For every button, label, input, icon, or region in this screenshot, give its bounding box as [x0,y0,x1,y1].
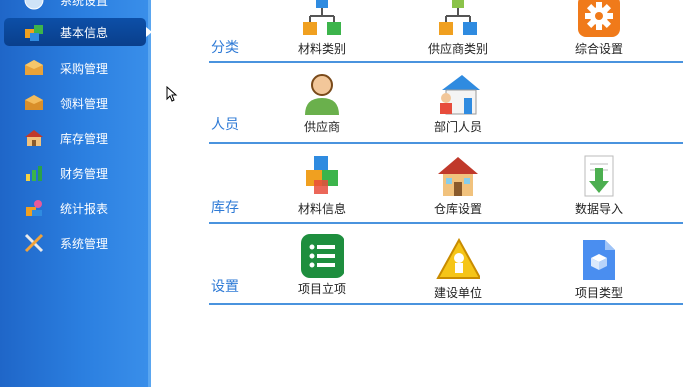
sidebar-item-basic-info[interactable]: 基本信息 [4,18,152,46]
warning-worker-icon [436,238,480,282]
tile-label: 项目立项 [297,282,346,296]
person-icon [300,72,344,116]
sidebar-item-label: 库存管理 [60,131,109,146]
basic-info-icon [22,20,46,44]
sidebar-item-inventory[interactable]: 库存管理 [4,124,146,152]
sidebar: 系统设置 基本信息 采购管理 领料管理 库存管理 财务管理 统计报表 系统管理 [0,0,152,387]
tile-label: 综合设置 [574,42,623,56]
divider [209,222,683,224]
tile-supplier-category[interactable]: 供应商类别 [403,0,513,57]
sidebar-item-label: 财务管理 [60,166,109,181]
tile-label: 仓库设置 [433,202,482,216]
report-icon [22,196,46,220]
tile-label: 建设单位 [433,286,482,300]
tile-label: 供应商 [303,120,340,134]
sidebar-item-system-settings[interactable]: 系统设置 [4,0,146,14]
tile-material-category[interactable]: 材料类别 [267,0,377,57]
org-chart-icon [300,0,344,38]
sidebar-item-report[interactable]: 统计报表 [4,194,146,222]
sidebar-item-label: 系统管理 [60,236,109,251]
tools-icon [22,231,46,255]
sidebar-item-label: 领料管理 [60,96,109,111]
tile-project-type[interactable]: 项目类型 [544,238,654,301]
section-label-settings: 设置 [211,279,239,295]
section-label-personnel: 人员 [211,117,239,133]
house-people-icon [436,72,480,116]
hierarchy-icon [436,0,480,38]
list-icon [300,234,344,278]
sidebar-item-requisition[interactable]: 领料管理 [4,89,146,117]
tile-warehouse-settings[interactable]: 仓库设置 [403,154,513,217]
tile-label: 材料类别 [297,42,346,56]
divider [209,142,683,144]
warehouse-icon [436,154,480,198]
sidebar-item-tools[interactable]: 系统管理 [4,229,146,257]
mouse-cursor-icon [166,86,178,102]
tile-label: 项目类型 [574,286,623,300]
gear-icon [577,0,621,38]
sidebar-item-label: 采购管理 [60,61,109,76]
tile-label: 供应商类别 [427,42,488,56]
sidebar-item-label: 系统设置 [60,0,109,8]
document-cube-icon [577,238,621,282]
sidebar-item-label: 统计报表 [60,201,109,216]
tile-label: 材料信息 [297,202,346,216]
system-settings-icon [22,0,46,12]
section-label-inventory: 库存 [211,200,239,216]
section-label-category: 分类 [211,40,239,56]
import-icon [577,154,621,198]
tile-material-info[interactable]: 材料信息 [267,154,377,217]
tile-department-staff[interactable]: 部门人员 [403,72,513,135]
inventory-icon [22,126,46,150]
sidebar-item-purchase[interactable]: 采购管理 [4,54,146,82]
purchase-icon [22,56,46,80]
tile-label: 数据导入 [574,202,623,216]
finance-icon [22,161,46,185]
sidebar-item-label: 基本信息 [60,25,109,40]
tile-construction-unit[interactable]: 建设单位 [403,238,513,301]
requisition-icon [22,91,46,115]
tile-data-import[interactable]: 数据导入 [544,154,654,217]
divider [209,61,683,63]
sidebar-edge [148,0,151,387]
sidebar-item-finance[interactable]: 财务管理 [4,159,146,187]
cubes-icon [300,154,344,198]
divider [209,303,683,305]
tile-supplier[interactable]: 供应商 [267,72,377,135]
tile-general-settings[interactable]: 综合设置 [544,0,654,57]
tile-project-setup[interactable]: 项目立项 [267,234,377,297]
tile-label: 部门人员 [433,120,482,134]
